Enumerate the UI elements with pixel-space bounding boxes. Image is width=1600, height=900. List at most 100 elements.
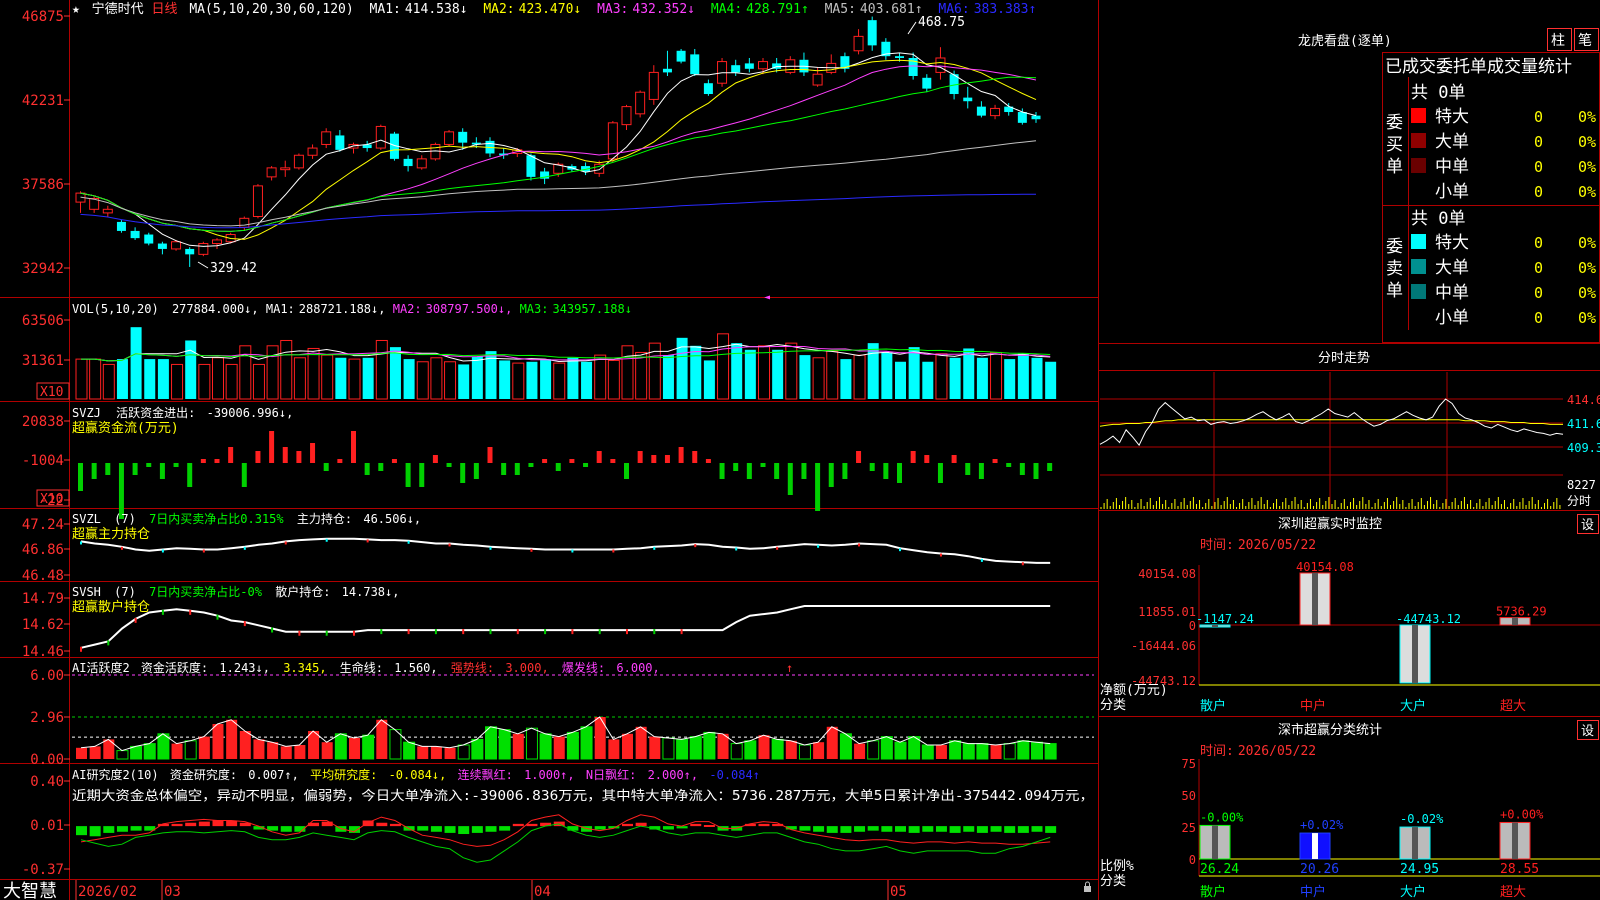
svzj-bar [760, 463, 766, 467]
volume-axis-tick: 63506 [22, 313, 64, 329]
ai-active-bar [417, 746, 429, 759]
ai-active-panel[interactable]: 6.00 2.96 0.00 AI活跃度2 资金活跃度: 1.243↓, 3.345… [30, 660, 1094, 768]
candle-header: ★ 宁德时代 日线 MA(5,10,20,30,60,120) MA1: 414.… [72, 1, 1036, 17]
svsh-panel[interactable]: 14.79 14.62 14.46 SVSH (7) 7日内买卖净占比-0% 散户持… [22, 584, 1051, 660]
svzj-bar [187, 463, 193, 487]
ai-active-bar [908, 736, 921, 760]
svzl-panel[interactable]: 47.24 46.86 46.48 SVZL (7) 7日内买卖净占比0.315% … [22, 511, 1051, 584]
svzj-header: SVZJ 活跃资金进出: -39006.996↓, [72, 405, 293, 420]
mode-tick-button[interactable]: 笔 [1574, 28, 1599, 51]
volume-bar [799, 355, 811, 399]
classify-change-label: +0.00% [1500, 807, 1544, 821]
svzj-bar [296, 451, 302, 463]
classify-x-title: 分类 [1100, 874, 1126, 889]
candle [662, 68, 672, 73]
monitor-time: 时间: 2026/05/22 [1200, 538, 1316, 553]
mode-bar-button[interactable]: 柱 [1547, 28, 1572, 51]
ai-active-bar [622, 733, 633, 759]
volume-bar [922, 361, 934, 399]
svzj-bar [910, 451, 916, 463]
candle-panel[interactable]: 46875 42231 37586 32942 468.75 329.42 ◄ ★ 宁… [22, 1, 1041, 303]
volume-axis-tick: 31361 [22, 353, 64, 369]
cursor-mark: ◄ [764, 292, 770, 303]
ai-active-bar [76, 747, 87, 759]
classify-settings-button[interactable]: 设 [1577, 720, 1599, 740]
candle [635, 91, 646, 115]
ai-research-bar [1031, 826, 1043, 832]
volume-bar [116, 359, 128, 399]
volume-bar [526, 361, 538, 399]
ai-research-axis-tick: 0.40 [30, 774, 64, 790]
tab-volume-stats[interactable]: 成交量统计 [1487, 57, 1572, 77]
candles [75, 16, 1041, 267]
svsh-tick [271, 627, 274, 633]
ai-active-bar [198, 736, 210, 759]
monitor-settings-button[interactable]: 设 [1577, 514, 1599, 534]
candle [266, 167, 277, 178]
ai-active-bar [457, 744, 470, 760]
svzl-header: SVZL (7) 7日内买卖净占比0.315% 主力持仓: 46.506↓, [72, 511, 421, 526]
svzj-bar [501, 463, 507, 475]
classify-category-label: 中户 [1300, 884, 1326, 900]
ai-active-bar [867, 740, 880, 760]
svsh-subtitle: 超赢散户持仓 [72, 599, 150, 615]
ai-active-bar [854, 743, 866, 759]
classify-category-label: 散户 [1200, 884, 1226, 900]
intraday-chart: 414.6 411.6 409.3 [1099, 372, 1600, 509]
ai-active-bar [157, 733, 170, 760]
tab-orders[interactable]: 委托单 [1436, 57, 1487, 77]
svzl-tick [858, 543, 861, 547]
volume-bar [280, 339, 293, 400]
volume-bar [908, 347, 920, 399]
svg-text:设: 设 [1581, 518, 1594, 533]
volume-bar [594, 354, 607, 400]
svsh-axis-tick: 14.79 [22, 591, 64, 607]
svsh-line [80, 605, 1051, 649]
tab-filled[interactable]: 已成交 [1385, 57, 1436, 77]
svzl-tick [612, 549, 615, 553]
ai-research-summary: 近期大资金总体偏空，异动不明显，偏弱势，今日大单净流入:-39006.836万元… [72, 788, 1094, 804]
svsh-tick [216, 614, 219, 620]
volume-bar [102, 363, 115, 400]
svzj-bar [1006, 463, 1012, 467]
ai-active-bar [894, 741, 907, 760]
volume-bar [444, 361, 457, 400]
svzj-panel[interactable]: 20838-1004-22 SVZJ 活跃资金进出: -39006.996↓, … [22, 405, 1053, 519]
monitor-category-label: 中户 [1300, 698, 1326, 714]
ai-active-bar [580, 726, 593, 760]
svzj-bar [965, 463, 971, 475]
svzj-bar [883, 463, 889, 479]
order-percent: 0% [1578, 234, 1596, 252]
ai-active-bar [143, 743, 156, 760]
ai-active-bar [253, 739, 265, 759]
candle [621, 106, 632, 126]
svg-text:柱: 柱 [1551, 33, 1565, 49]
intraday-panel[interactable]: 分时走势 414.6 411.6 409.3 8227 分时 [1099, 350, 1600, 509]
candle [676, 50, 686, 62]
svzj-bar [637, 451, 643, 463]
buy-orders-table: 特大 0 0% 大单 0 0% 中单 0 0% 小单 0 0% [1411, 107, 1596, 202]
order-size-name: 中单 [1435, 157, 1469, 177]
classify-category-label: 超大 [1500, 885, 1526, 900]
svsh-line [80, 605, 1051, 652]
volume-bar [567, 357, 579, 399]
ai-research-bar [321, 821, 333, 827]
svzj-axis-tick: 20838 [22, 414, 64, 430]
candle [1017, 112, 1027, 123]
volume-bar [895, 361, 906, 399]
ai-active-y-axis: 6.00 2.96 0.00 [30, 668, 70, 768]
volume-panel[interactable]: 63506 31361 VOL(5,10,20) 277884.000↓, MA1… [22, 302, 1057, 400]
high-price-label: 468.75 [918, 15, 965, 30]
ai-active-bar [744, 740, 757, 760]
volume-bar [130, 327, 142, 399]
ai-active-header: AI活跃度2 资金活跃度: 1.243↓, 3.345, 生命线: 1.560,… [72, 660, 660, 675]
ai-research-bar [635, 822, 647, 827]
ai-active-bar [403, 741, 416, 760]
candle [212, 239, 222, 245]
ai-research-bar [895, 826, 906, 832]
volume-bars [75, 327, 1057, 400]
order-size-name: 小单 [1435, 308, 1469, 328]
intraday-tick: 411.6 [1567, 417, 1600, 431]
ai-research-panel[interactable]: 0.40 0.01 -0.37 AI研究度2(10) 资金研究度: 0.007↑, … [22, 767, 1094, 878]
ai-research-bar [826, 826, 838, 833]
